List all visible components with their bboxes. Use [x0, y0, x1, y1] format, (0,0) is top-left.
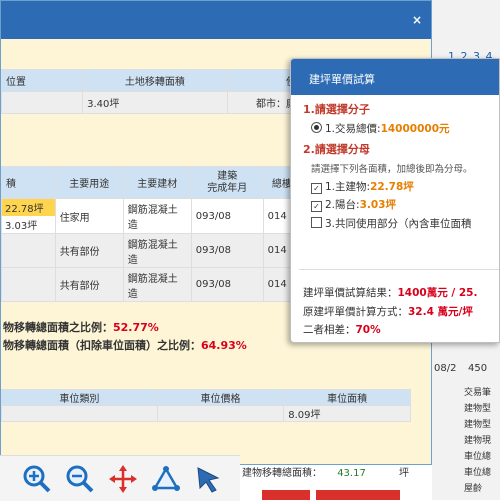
building-area-cell: 22.78坪 3.03坪	[1, 198, 56, 234]
option-total-value: 14000000元	[380, 123, 450, 135]
right-label: 建物型	[464, 420, 492, 430]
opt-common-label: 3.共同使用部分（內含車位面積	[325, 218, 472, 230]
balcony-area: 3.03坪	[5, 221, 38, 232]
main-building-area: 22.78坪	[2, 199, 55, 216]
land-table: 位置 土地移轉面積 使 3.40坪 都市：廁	[1, 69, 302, 114]
building-table: 積 主要用途 主要建材 建築 完成年月 總樓 22.78坪 3.03坪 住家用 …	[1, 166, 302, 302]
diff-line: 二者相差：70%	[303, 322, 381, 337]
ratio-2-label: 物移轉總面積（扣除車位面積）之比例：	[3, 339, 201, 352]
bottom-summary: 建物移轉總面積： 43.17 坪	[242, 464, 409, 479]
step-2-heading: 2.請選擇分母	[303, 143, 370, 156]
building-material: 鋼筋混凝土造	[122, 267, 192, 302]
original-line: 原建坪單價計算方式：32.4 萬元/坪	[303, 304, 473, 319]
option-total-price[interactable]: 1.交易總價:14000000元	[311, 121, 450, 136]
right-label: 車位總	[464, 468, 492, 478]
bottom-label: 建物移轉總面積：	[242, 468, 322, 479]
zoom-out-icon[interactable]	[65, 464, 95, 494]
building-area-cell	[1, 267, 56, 302]
diff-value: 70%	[355, 324, 381, 336]
option-common-area[interactable]: 3.共同使用部分（內含車位面積	[311, 216, 472, 231]
radio-icon[interactable]	[311, 122, 322, 133]
building-year: 093/08	[190, 233, 264, 268]
ratio-1-value: 52.77%	[113, 321, 159, 334]
opt-main-label: 1.主建物:	[325, 181, 371, 193]
popup-title-bar[interactable]: 建坪單價試算	[291, 59, 499, 95]
measure-area-icon[interactable]	[151, 464, 181, 494]
parking-area: 8.09坪	[283, 405, 411, 422]
pan-icon[interactable]	[108, 464, 138, 494]
pointer-tool-icon[interactable]	[194, 464, 224, 494]
map-toolbar	[0, 455, 240, 501]
land-header: 位置	[1, 69, 84, 92]
parking-header: 車位面積	[283, 389, 411, 406]
unit-price-calculator-popup: 建坪單價試算 1.請選擇分子 1.交易總價:14000000元 2.請選擇分母 …	[290, 58, 500, 343]
step-1-heading: 1.請選擇分子	[303, 103, 370, 116]
ratio-2-value: 64.93%	[201, 339, 247, 352]
parking-header: 車位價格	[156, 389, 285, 406]
result-line: 建坪單價試算結果：1400萬元 / 25.	[303, 285, 477, 300]
building-header: 主要用途	[54, 166, 124, 199]
building-area-cell	[1, 233, 56, 268]
opt-balcony-value: 3.03坪	[359, 199, 396, 211]
parking-price	[156, 405, 285, 422]
building-material: 鋼筋混凝土造	[122, 198, 192, 234]
bottom-red-button[interactable]	[262, 490, 310, 500]
right-label: 建物型	[464, 404, 492, 414]
opt-main-value: 22.78坪	[370, 181, 414, 193]
building-use: 共有部份	[54, 267, 124, 302]
popup-divider	[299, 269, 499, 270]
option-balcony[interactable]: ✓ 2.陽台:3.03坪	[311, 197, 396, 212]
building-use: 住家用	[54, 198, 124, 234]
right-value-2: 450	[468, 363, 488, 374]
checkbox-unchecked-icon[interactable]	[311, 217, 322, 228]
land-cell	[1, 91, 84, 114]
original-label: 原建坪單價計算方式：	[303, 306, 408, 318]
option-main-building[interactable]: ✓ 1.主建物:22.78坪	[311, 179, 414, 194]
land-header: 土地移轉面積	[82, 69, 228, 92]
result-value: 1400萬元 / 25.	[397, 287, 478, 299]
parking-type	[1, 405, 158, 422]
building-year: 093/08	[190, 267, 264, 302]
parking-header: 車位類別	[1, 389, 158, 406]
dialog-title-bar[interactable]	[1, 1, 431, 39]
right-label: 交易筆	[464, 388, 492, 398]
option-total-label: 1.交易總價:	[325, 123, 381, 135]
close-button[interactable]: ×	[410, 13, 424, 27]
building-header: 建築 完成年月	[190, 166, 264, 199]
bottom-red-button[interactable]	[316, 490, 400, 500]
original-value: 32.4 萬元/坪	[408, 306, 473, 318]
opt-balcony-label: 2.陽台:	[325, 199, 360, 211]
right-label: 建物現	[464, 436, 492, 446]
ratio-line-2: 物移轉總面積（扣除車位面積）之比例：64.93%	[3, 337, 247, 353]
building-header: 積	[1, 166, 56, 199]
zoom-in-icon[interactable]	[22, 464, 52, 494]
diff-label: 二者相差：	[303, 324, 356, 336]
checkbox-checked-icon[interactable]: ✓	[311, 183, 322, 194]
result-label: 建坪單價試算結果：	[303, 287, 398, 299]
right-label: 屋齡	[464, 484, 483, 494]
ratio-1-label: 物移轉總面積之比例：	[3, 321, 113, 334]
bottom-value: 43.17	[337, 468, 366, 479]
building-header: 主要建材	[122, 166, 192, 199]
ratio-line-1: 物移轉總面積之比例：52.77%	[3, 319, 159, 335]
hint-text: 請選擇下列各面積，加總後即為分母。	[311, 164, 473, 175]
building-use: 共有部份	[54, 233, 124, 268]
popup-title: 建坪單價試算	[309, 73, 375, 86]
building-material: 鋼筋混凝土造	[122, 233, 192, 268]
checkbox-checked-icon[interactable]: ✓	[311, 201, 322, 212]
land-area: 3.40坪	[82, 91, 228, 114]
bottom-unit: 坪	[399, 468, 410, 479]
building-year: 093/08	[190, 198, 264, 234]
right-label: 車位總	[464, 452, 492, 462]
parking-table: 車位類別 車位價格 車位面積 8.09坪	[1, 389, 411, 422]
right-value-1: 08/2	[434, 363, 457, 374]
